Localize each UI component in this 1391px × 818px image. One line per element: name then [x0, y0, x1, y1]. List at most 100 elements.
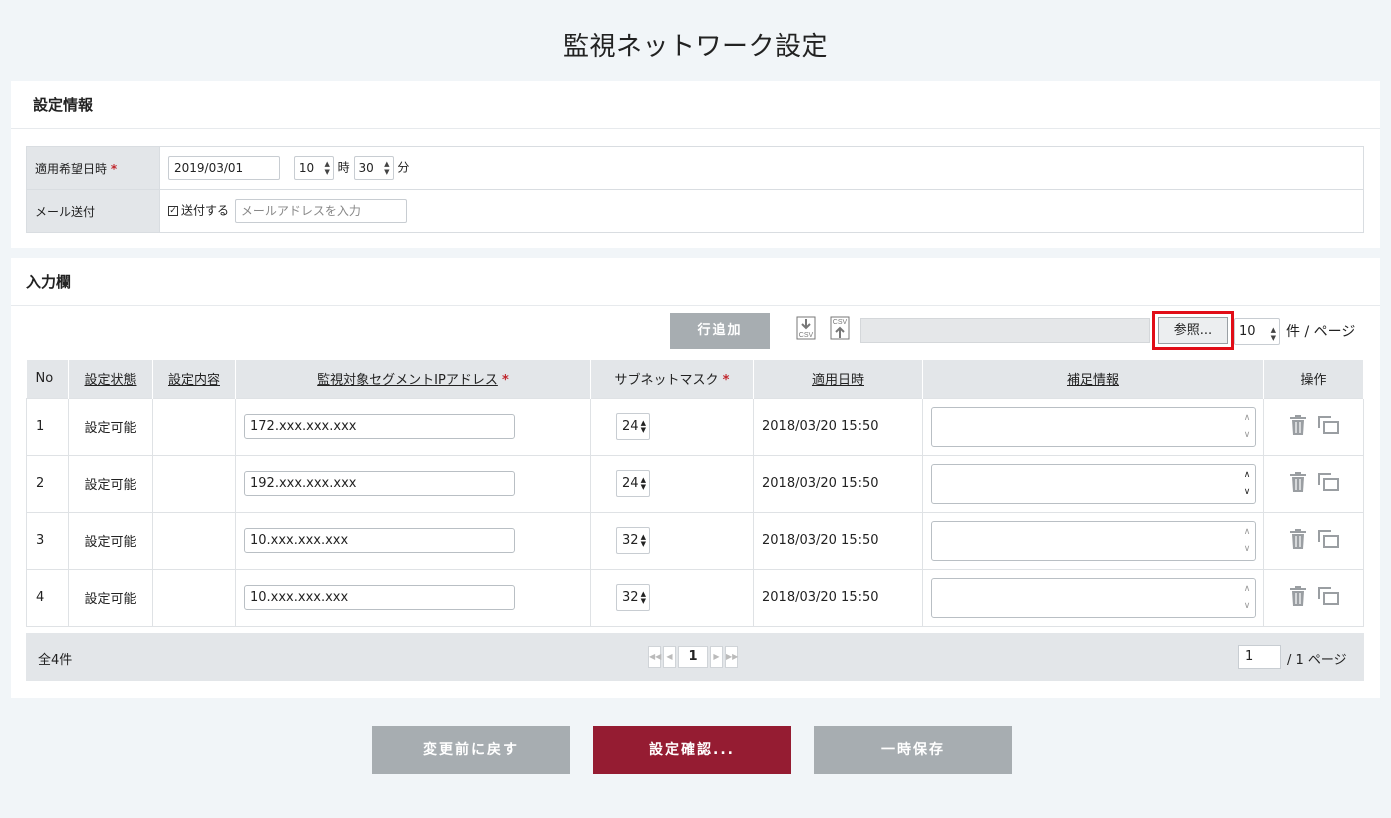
mask-select[interactable]: 32 ▲ ▼: [616, 527, 650, 554]
file-path-field[interactable]: [860, 318, 1150, 343]
row-date: 2018/03/20 15:50: [753, 454, 923, 513]
col-date[interactable]: 適用日時: [753, 360, 923, 398]
col-ip-label: 監視対象セグメントIPアドレス: [317, 373, 498, 389]
next-page-icon[interactable]: ▶: [710, 646, 723, 668]
row-ip-cell: 192.xxx.xxx.xxx: [235, 454, 591, 513]
minute-unit: 分: [397, 160, 410, 175]
updown-icon: ▲ ▼: [640, 419, 646, 434]
note-textarea[interactable]: ∧ ∨: [931, 520, 1256, 561]
required-mark: *: [502, 373, 509, 389]
required-mark: *: [110, 161, 118, 176]
row-note-cell: ∧ ∨: [922, 568, 1264, 627]
col-ip[interactable]: 監視対象セグメントIPアドレス *: [235, 360, 591, 398]
updown-icon: ▲ ▼: [1270, 326, 1276, 342]
mail-label: メール送付: [26, 189, 160, 233]
confirm-settings-button[interactable]: 設定確認...: [593, 726, 791, 774]
add-row-button[interactable]: 行追加: [670, 313, 770, 349]
row-ops: [1263, 397, 1364, 456]
table-row: 4 設定可能 10.xxx.xxx.xxx 32 ▲ ▼ 2018/03/20 15…: [26, 568, 1364, 627]
total-count: 全4件: [38, 653, 73, 668]
note-textarea[interactable]: ∧ ∨: [931, 406, 1256, 447]
scroll-arrows-icon[interactable]: ∧ ∨: [1241, 581, 1253, 615]
row-mask-cell: 24 ▲ ▼: [590, 454, 754, 513]
row-no: 2: [26, 454, 69, 513]
ip-input[interactable]: 172.xxx.xxx.xxx: [244, 414, 515, 439]
per-page-value: 10: [1239, 324, 1256, 339]
row-no: 1: [26, 397, 69, 456]
updown-icon: ▲ ▼: [324, 160, 330, 176]
ip-input[interactable]: 10.xxx.xxx.xxx: [244, 528, 515, 553]
ip-input[interactable]: 10.xxx.xxx.xxx: [244, 585, 515, 610]
prev-page-icon[interactable]: ◀: [663, 646, 676, 668]
settings-table: 適用希望日時 * 2019/03/01 10 ▲ ▼ 時 30 ▲ ▼ 分 メール送付 …: [26, 146, 1364, 233]
mask-value: 32: [622, 533, 639, 548]
date-input[interactable]: 2019/03/01: [168, 156, 280, 180]
scroll-arrows-icon[interactable]: ∧ ∨: [1241, 524, 1253, 558]
date-label-cell: 適用希望日時 *: [26, 146, 160, 190]
table-footer: 全4件 ◀◀ ◀ 1 ▶ ▶▶ 1 / 1 ページ: [26, 633, 1364, 681]
trash-icon[interactable]: [1288, 414, 1308, 436]
mask-select[interactable]: 24 ▲ ▼: [616, 413, 650, 440]
row-note-cell: ∧ ∨: [922, 511, 1264, 570]
row-content: [152, 397, 236, 456]
page-total: / 1 ページ: [1287, 653, 1347, 668]
minute-select[interactable]: 30 ▲ ▼: [353, 156, 394, 180]
col-status-label: 設定状態: [84, 373, 137, 389]
trash-icon[interactable]: [1288, 471, 1308, 493]
table-row: 1 設定可能 172.xxx.xxx.xxx 24 ▲ ▼ 2018/03/20 1…: [26, 397, 1364, 456]
last-page-icon[interactable]: ▶▶: [725, 646, 738, 668]
save-temp-button[interactable]: 一時保存: [814, 726, 1012, 774]
row-date: 2018/03/20 15:50: [753, 568, 923, 627]
row-content: [152, 454, 236, 513]
date-value-cell: 2019/03/01 10 ▲ ▼ 時 30 ▲ ▼ 分: [159, 146, 1364, 190]
copy-icon[interactable]: [1317, 415, 1340, 435]
per-page-select[interactable]: 10 ▲ ▼: [1234, 318, 1280, 345]
note-textarea[interactable]: ∧ ∨: [931, 577, 1256, 618]
row-note-cell: ∧ ∨: [922, 397, 1264, 456]
col-content[interactable]: 設定内容: [152, 360, 236, 398]
pagination: ◀◀ ◀ 1 ▶ ▶▶: [648, 646, 738, 668]
page-number-input[interactable]: 1: [1238, 645, 1281, 669]
trash-icon[interactable]: [1288, 585, 1308, 607]
required-mark: *: [722, 373, 730, 389]
col-status[interactable]: 設定状態: [68, 360, 153, 398]
updown-icon: ▲ ▼: [640, 590, 646, 605]
row-content: [152, 568, 236, 627]
page-title: 監視ネットワーク設定: [562, 32, 828, 62]
copy-icon[interactable]: [1317, 472, 1340, 492]
csv-label: CSV: [833, 319, 848, 326]
row-status: 設定可能: [68, 397, 153, 456]
minute-value: 30: [358, 161, 374, 175]
revert-button[interactable]: 変更前に戻す: [372, 726, 570, 774]
col-no: No: [26, 360, 69, 398]
table-row: 2 設定可能 192.xxx.xxx.xxx 24 ▲ ▼ 2018/03/20 1…: [26, 454, 1364, 513]
copy-icon[interactable]: [1317, 529, 1340, 549]
row-mask-cell: 32 ▲ ▼: [590, 568, 754, 627]
csv-upload-icon[interactable]: CSV: [829, 316, 851, 340]
input-heading: 入力欄: [11, 258, 1380, 306]
mask-select[interactable]: 24 ▲ ▼: [616, 470, 650, 497]
col-note[interactable]: 補足情報: [922, 360, 1264, 398]
trash-icon[interactable]: [1288, 528, 1308, 550]
hour-unit: 時: [337, 160, 350, 175]
mail-checkbox-label: 送付する: [181, 203, 230, 218]
current-page[interactable]: 1: [678, 646, 708, 668]
first-page-icon[interactable]: ◀◀: [648, 646, 661, 668]
csv-download-icon[interactable]: CSV: [795, 316, 817, 340]
mask-value: 24: [622, 419, 639, 434]
ip-input[interactable]: 192.xxx.xxx.xxx: [244, 471, 515, 496]
mail-address-input[interactable]: メールアドレスを入力: [234, 199, 407, 223]
mail-checkbox[interactable]: ✓: [168, 206, 178, 216]
copy-icon[interactable]: [1317, 586, 1340, 606]
row-mask-cell: 24 ▲ ▼: [590, 397, 754, 456]
browse-button[interactable]: 参照...: [1158, 317, 1228, 344]
scroll-arrows-icon[interactable]: ∧ ∨: [1241, 410, 1253, 444]
row-date: 2018/03/20 15:50: [753, 511, 923, 570]
mask-select[interactable]: 32 ▲ ▼: [616, 584, 650, 611]
hour-select[interactable]: 10 ▲ ▼: [293, 156, 334, 180]
note-textarea[interactable]: ∧ ∨: [931, 463, 1256, 504]
updown-icon: ▲ ▼: [640, 533, 646, 548]
col-mask-label: サブネットマスク: [614, 373, 719, 389]
row-ip-cell: 10.xxx.xxx.xxx: [235, 511, 591, 570]
scroll-arrows-icon[interactable]: ∧ ∨: [1241, 467, 1253, 501]
